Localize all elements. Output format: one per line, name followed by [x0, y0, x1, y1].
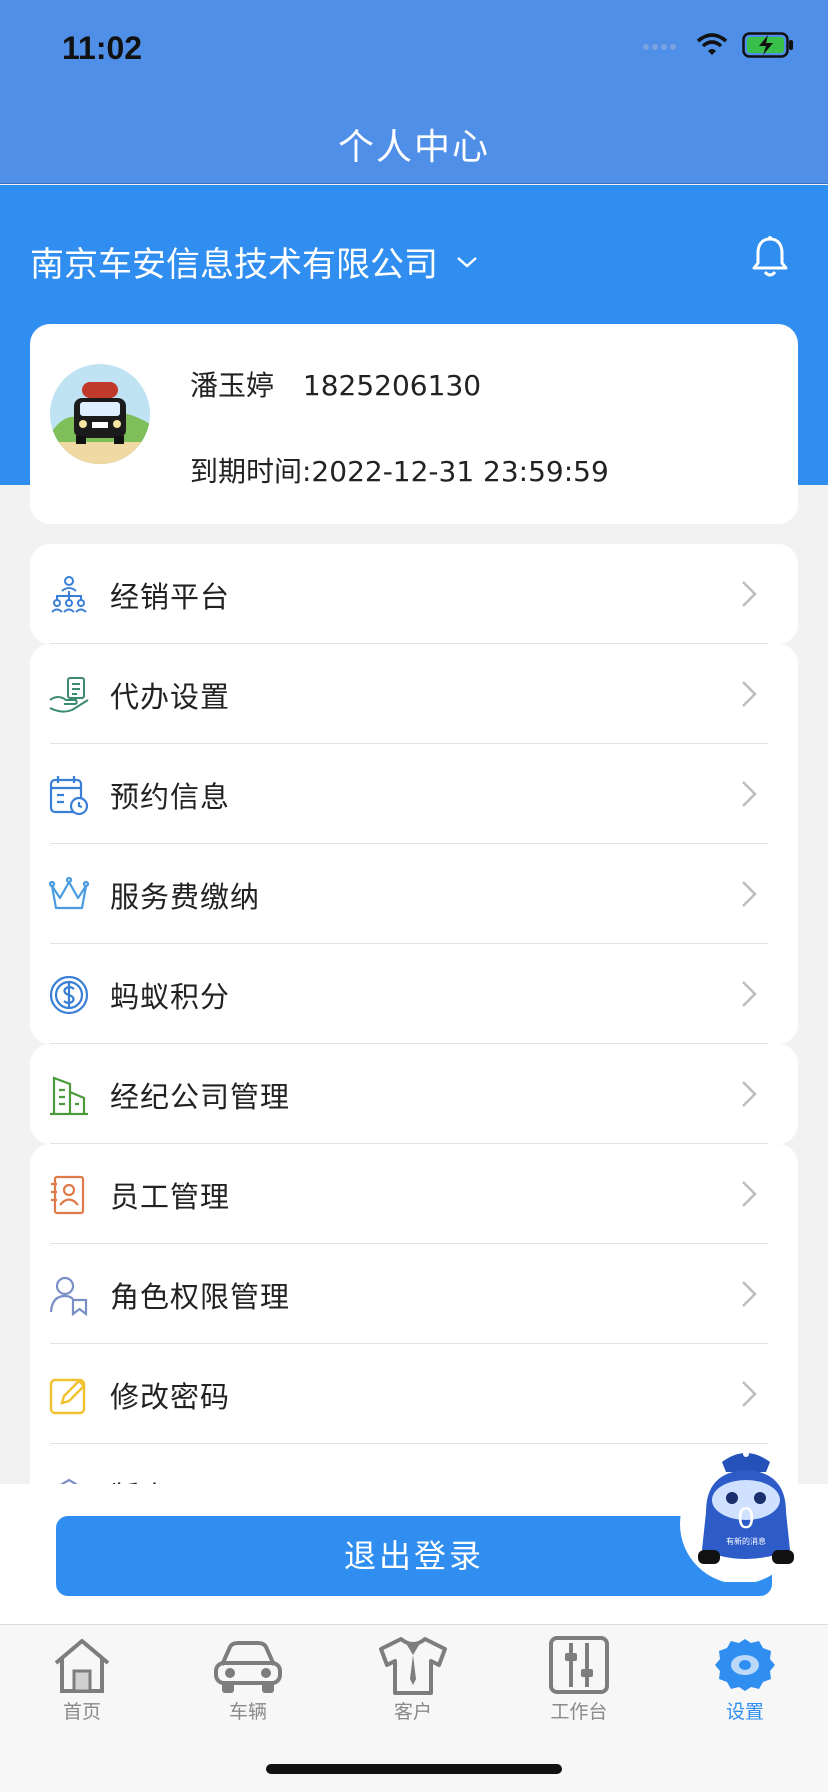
navigation-bar: 个人中心 — [0, 100, 828, 184]
calendar-clock-icon — [49, 776, 89, 816]
menu-item-broker-company[interactable]: 经纪公司管理 — [30, 1044, 798, 1144]
battery-charging-icon — [742, 32, 793, 58]
coin-dollar-icon — [49, 975, 89, 1015]
edit-pencil-icon — [49, 1378, 86, 1415]
avatar[interactable] — [50, 364, 150, 464]
logout-button[interactable]: 退出登录 — [56, 1516, 772, 1596]
status-icons — [642, 32, 794, 58]
menu-item-service-fee[interactable]: 服务费缴纳 — [30, 844, 798, 944]
tab-label: 客户 — [393, 1701, 432, 1723]
menu-item-reservation-info[interactable]: 预约信息 — [30, 744, 798, 844]
status-bar: 11:02 — [0, 0, 828, 100]
menu-item-label: 版本v1.0.0 — [110, 1474, 267, 1484]
shirt-icon — [379, 1637, 447, 1695]
profile-card: 潘玉婷 1825206130 到期时间:2022-12-31 23:59:59 — [30, 324, 798, 524]
menu-item-label: 代办设置 — [110, 680, 231, 714]
company-name: 南京车安信息技术有限公司 — [30, 245, 438, 285]
menu-item-label: 修改密码 — [110, 1380, 231, 1414]
tab-settings[interactable]: 设置 — [690, 1635, 800, 1735]
tab-workbench[interactable]: 工作台 — [524, 1635, 634, 1735]
version-icon — [60, 1478, 78, 1484]
menu-item-label: 服务费缴纳 — [110, 880, 261, 914]
gear-icon — [715, 1639, 775, 1691]
sliders-icon — [549, 1636, 609, 1694]
menu-item-role-permissions[interactable]: 角色权限管理 — [30, 1244, 798, 1344]
tab-vehicles[interactable]: 车辆 — [193, 1635, 303, 1735]
chevron-right-icon — [742, 881, 757, 907]
chevron-down-icon — [457, 256, 477, 268]
menu-item-label: 员工管理 — [110, 1180, 231, 1214]
home-indicator — [266, 1764, 562, 1774]
message-caption: 有新的消息 — [726, 1537, 766, 1546]
menu-group-dealer: 经销平台 — [30, 544, 798, 644]
cellular-signal-icon — [643, 44, 676, 50]
building-icon — [50, 1076, 88, 1116]
network-icon — [51, 576, 87, 613]
menu-item-label: 预约信息 — [110, 780, 231, 814]
home-icon — [54, 1639, 110, 1693]
chevron-right-icon — [742, 981, 757, 1007]
chevron-right-icon — [742, 1081, 757, 1107]
tab-home[interactable]: 首页 — [27, 1635, 137, 1735]
user-bookmark-icon — [49, 1276, 88, 1316]
menu-item-dealer-platform[interactable]: 经销平台 — [30, 544, 798, 644]
expire-time: 到期时间:2022-12-31 23:59:59 — [190, 455, 609, 488]
menu-item-agent-settings[interactable]: 代办设置 — [30, 644, 798, 744]
menu-group-services: 代办设置 预约信息 服务费缴纳 蚂蚁积分 — [30, 644, 798, 1044]
page-title: 个人中心 — [337, 127, 490, 168]
menu-item-change-password[interactable]: 修改密码 — [30, 1344, 798, 1444]
chevron-right-icon — [742, 781, 757, 807]
chevron-right-icon — [742, 1281, 757, 1307]
menu-item-ant-points[interactable]: 蚂蚁积分 — [30, 944, 798, 1044]
menu-item-label: 经纪公司管理 — [110, 1080, 291, 1114]
tab-label: 车辆 — [228, 1701, 267, 1723]
menu-item-label: 角色权限管理 — [110, 1280, 291, 1314]
menu-item-label: 经销平台 — [110, 580, 231, 614]
company-selector[interactable]: 南京车安信息技术有限公司 — [30, 237, 478, 286]
tab-label: 工作台 — [550, 1701, 608, 1723]
car-icon — [214, 1641, 282, 1693]
user-phone: 1825206130 — [302, 369, 482, 402]
menu-item-staff-management[interactable]: 员工管理 — [30, 1144, 798, 1244]
wifi-icon — [696, 33, 728, 55]
chevron-right-icon — [742, 1181, 757, 1207]
chevron-right-icon — [742, 681, 757, 707]
message-assistant[interactable]: 0 有新的消息 — [676, 1432, 816, 1584]
bell-icon[interactable] — [750, 235, 790, 279]
crown-icon — [48, 876, 90, 910]
menu-group-broker: 经纪公司管理 — [30, 1044, 798, 1144]
chevron-right-icon — [742, 1381, 757, 1407]
status-time: 11:02 — [62, 30, 143, 66]
car-avatar-icon — [50, 364, 150, 464]
menu-item-label: 蚂蚁积分 — [110, 980, 231, 1014]
hand-document-icon — [49, 677, 89, 713]
contact-card-icon — [51, 1175, 85, 1215]
tab-label: 首页 — [62, 1701, 101, 1723]
chevron-right-icon — [742, 581, 757, 607]
user-info: 潘玉婷 1825206130 — [190, 364, 481, 404]
user-name: 潘玉婷 — [190, 369, 275, 402]
tab-label: 设置 — [725, 1701, 764, 1723]
message-count: 0 — [737, 1502, 755, 1535]
tab-customers[interactable]: 客户 — [358, 1635, 468, 1735]
